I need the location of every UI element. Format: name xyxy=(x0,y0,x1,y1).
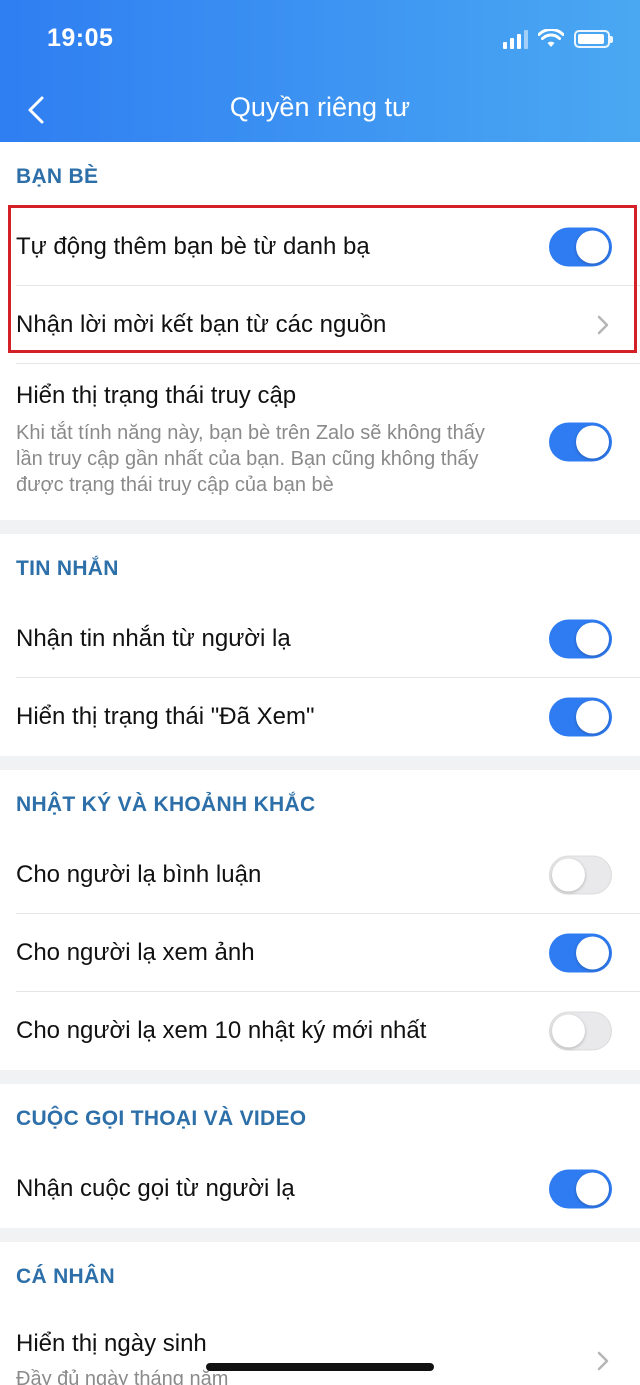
section-messages: TIN NHẮN Nhận tin nhắn từ người lạ Hiển … xyxy=(0,534,640,756)
messages-from-strangers-toggle[interactable] xyxy=(549,619,612,658)
row-label: Cho người lạ xem ảnh xyxy=(16,938,255,966)
row-label: Hiển thị trạng thái "Đã Xem" xyxy=(16,703,315,730)
row-description: Khi tắt tính năng này, bạn bè trên Zalo … xyxy=(16,422,485,496)
section-title-diary: NHẬT KÝ VÀ KHOẢNH KHẮC xyxy=(16,793,316,816)
show-access-status-toggle[interactable] xyxy=(549,422,612,462)
section-title-friends: BẠN BÈ xyxy=(16,165,99,188)
row-label: Nhận cuộc gọi từ người lạ xyxy=(16,1175,295,1202)
row-stranger-view-diary[interactable]: Cho người lạ xem 10 nhật ký mới nhất xyxy=(16,992,640,1070)
status-icons xyxy=(503,26,613,52)
stranger-comments-toggle[interactable] xyxy=(549,855,612,894)
battery-icon xyxy=(574,30,613,48)
header: 19:05 Quyền riêng tư xyxy=(0,0,640,142)
row-stranger-comments[interactable]: Cho người lạ bình luận xyxy=(16,836,640,914)
settings-list: BẠN BÈ Tự động thêm bạn bè từ danh bạ Nh… xyxy=(0,142,640,1385)
row-label: Hiển thị trạng thái truy cập xyxy=(16,382,297,409)
row-label: Cho người lạ xem 10 nhật ký mới nhất xyxy=(16,1017,427,1044)
home-indicator xyxy=(206,1363,434,1371)
chevron-right-icon xyxy=(597,1351,609,1371)
row-friend-request-sources[interactable]: Nhận lời mời kết bạn từ các nguồn xyxy=(16,286,640,364)
calls-from-strangers-toggle[interactable] xyxy=(549,1169,612,1209)
stranger-view-photos-toggle[interactable] xyxy=(549,933,612,972)
auto-add-friends-toggle[interactable] xyxy=(549,227,612,266)
row-label: Cho người lạ bình luận xyxy=(16,860,262,888)
row-seen-status[interactable]: Hiển thị trạng thái "Đã Xem" xyxy=(16,678,640,756)
nav-bar: Quyền riêng tư xyxy=(0,78,640,142)
row-show-birthday[interactable]: Hiển thị ngày sinh Đầy đủ ngày tháng năm xyxy=(16,1308,640,1385)
row-auto-add-friends[interactable]: Tự động thêm bạn bè từ danh bạ xyxy=(16,208,640,286)
row-label: Nhận tin nhắn từ người lạ xyxy=(16,624,291,652)
chevron-right-icon xyxy=(597,315,609,334)
section-diary: NHẬT KÝ VÀ KHOẢNH KHẮC Cho người lạ bình… xyxy=(0,770,640,1070)
row-messages-from-strangers[interactable]: Nhận tin nhắn từ người lạ xyxy=(16,600,640,678)
section-title-messages: TIN NHẮN xyxy=(16,557,119,580)
row-label: Tự động thêm bạn bè từ danh bạ xyxy=(16,232,370,260)
stranger-view-diary-toggle[interactable] xyxy=(549,1011,612,1051)
row-label: Hiển thị ngày sinh xyxy=(16,1330,207,1357)
row-show-access-status[interactable]: Hiển thị trạng thái truy cập Khi tắt tín… xyxy=(16,364,640,520)
row-label: Nhận lời mời kết bạn từ các nguồn xyxy=(16,310,387,338)
seen-status-toggle[interactable] xyxy=(549,697,612,737)
section-title-calls: CUỘC GỌI THOẠI VÀ VIDEO xyxy=(16,1107,307,1130)
section-calls: CUỘC GỌI THOẠI VÀ VIDEO Nhận cuộc gọi từ… xyxy=(0,1084,640,1228)
signal-icon xyxy=(503,29,528,49)
status-time: 19:05 xyxy=(47,24,114,52)
page-title: Quyền riêng tư xyxy=(229,92,411,122)
section-friends: BẠN BÈ Tự động thêm bạn bè từ danh bạ Nh… xyxy=(0,142,640,520)
row-calls-from-strangers[interactable]: Nhận cuộc gọi từ người lạ xyxy=(16,1150,640,1228)
section-title-personal: CÁ NHÂN xyxy=(16,1265,115,1288)
status-bar: 19:05 xyxy=(0,0,640,78)
row-stranger-view-photos[interactable]: Cho người lạ xem ảnh xyxy=(16,914,640,992)
wifi-icon xyxy=(538,29,564,47)
